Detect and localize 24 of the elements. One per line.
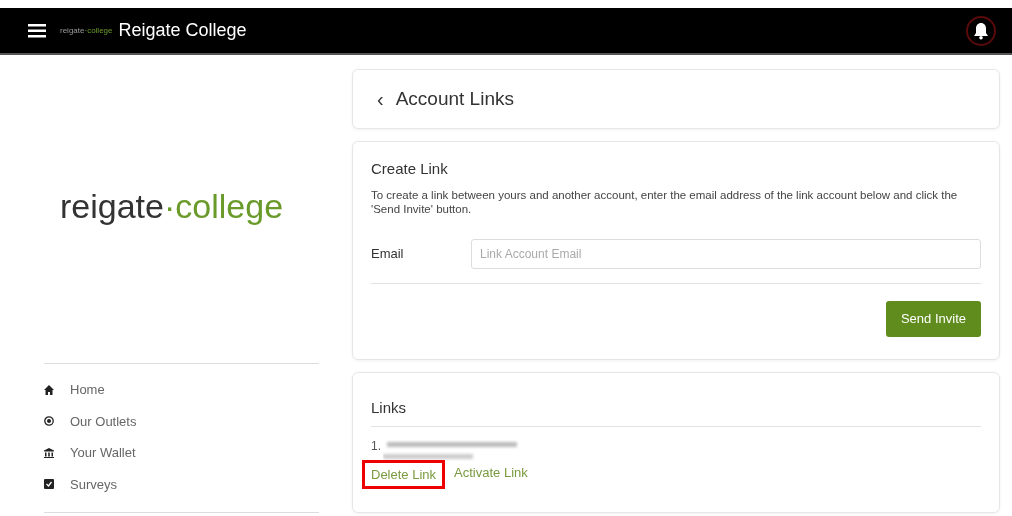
sidebar-item[interactable]: Surveys [44,468,319,500]
back-button[interactable]: ‹ [377,87,384,111]
link-action[interactable]: Delete Link [365,462,443,486]
page-title: Account Links [395,88,514,110]
section-title: Links [371,398,408,416]
sidebar-item[interactable]: Our Outlets [44,405,319,437]
sidebar-item[interactable]: Your Wallet [44,437,319,469]
menu-icon[interactable] [28,23,46,38]
email-label: Email [371,246,405,262]
description: To create a link between yours and another account, enter the email address of the link account below and click the 'Send Invite' button. [371,189,959,217]
target-icon [44,416,54,427]
site-title: Reigate College [118,20,247,41]
list-number: 1. [371,438,381,453]
email-field[interactable]: Link Account Email [471,238,981,269]
logo: reigate·college [60,26,113,35]
link-action[interactable]: Activate Link [454,462,528,486]
checkbox-icon [44,479,54,490]
notification-bell-icon[interactable] [966,15,996,46]
home-icon [44,384,54,395]
college-logo: reigate·college [60,187,285,227]
sidebar-item[interactable]: Home [44,374,319,406]
section-title: Create Link [371,160,449,177]
bank-icon [44,447,54,458]
send-invite-button[interactable]: Send Invite [885,300,981,337]
